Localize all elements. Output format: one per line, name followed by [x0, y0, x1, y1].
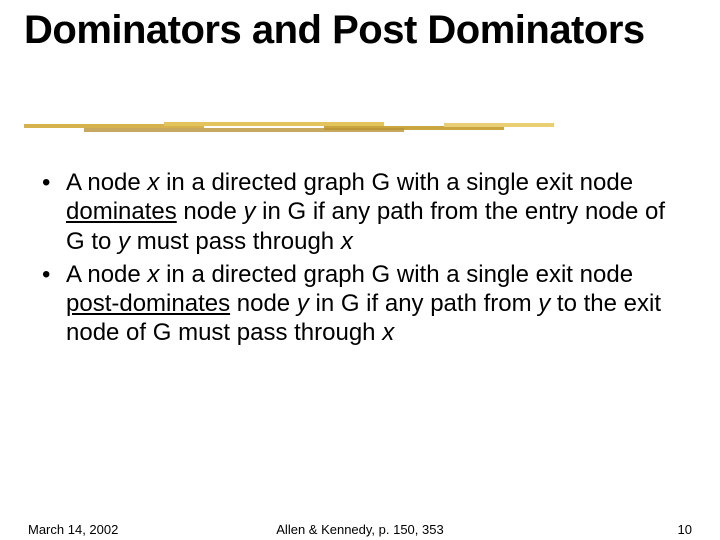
var-y: y [118, 228, 130, 255]
title-underline-decor [24, 120, 554, 132]
var-x: x [382, 319, 394, 346]
slide-body: A node x in a directed graph G with a si… [42, 168, 678, 352]
var-y: y [243, 198, 255, 225]
footer-page-number: 10 [678, 522, 692, 537]
var-x: x [147, 169, 159, 196]
text: in a directed graph G with a single exit… [159, 261, 633, 288]
text: A node [66, 169, 147, 196]
text: node [230, 290, 297, 317]
footer-center: Allen & Kennedy, p. 150, 353 [0, 522, 720, 537]
var-y: y [538, 290, 550, 317]
var-x: x [341, 228, 353, 255]
text: node [177, 198, 244, 225]
var-y: y [297, 290, 309, 317]
term-dominates: dominates [66, 198, 177, 225]
slide: Dominators and Post Dominators A node x … [0, 0, 720, 540]
term-post-dominates: post-dominates [66, 290, 230, 317]
text: A node [66, 261, 147, 288]
text: must pass through [130, 228, 341, 255]
text: in G if any path from [309, 290, 538, 317]
var-x: x [147, 261, 159, 288]
text: in a directed graph G with a single exit… [159, 169, 633, 196]
bullet-item: A node x in a directed graph G with a si… [42, 168, 678, 256]
slide-title: Dominators and Post Dominators [24, 8, 696, 53]
bullet-item: A node x in a directed graph G with a si… [42, 260, 678, 348]
